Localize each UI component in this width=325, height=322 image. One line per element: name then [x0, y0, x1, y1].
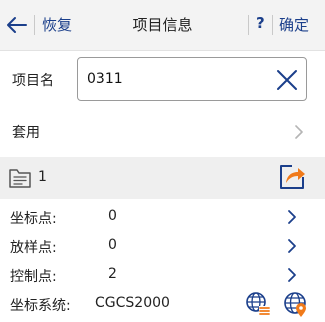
- project-count: 1: [38, 169, 47, 185]
- stat-label: 坐标点:: [10, 211, 57, 227]
- chevron-right-icon: [288, 239, 296, 253]
- coordinate-system-label: 坐标系统:: [10, 298, 71, 314]
- apply-template-row[interactable]: 套用: [0, 112, 325, 152]
- stat-label: 控制点:: [10, 269, 57, 285]
- stat-label: 放样点:: [10, 240, 57, 256]
- globe-list-icon[interactable]: [245, 291, 271, 317]
- stat-value: 0: [108, 208, 117, 224]
- control-points-row[interactable]: 控制点: 2: [0, 261, 325, 289]
- coordinate-system-row: 坐标系统: CGCS2000: [0, 290, 325, 318]
- header-divider: [34, 15, 35, 35]
- coordinate-system-value[interactable]: CGCS2000: [95, 295, 170, 311]
- folder-icon: [9, 169, 31, 188]
- stakeout-points-row[interactable]: 放样点: 0: [0, 232, 325, 260]
- globe-pin-icon[interactable]: [282, 290, 310, 318]
- chevron-right-icon: [288, 268, 296, 282]
- stat-value: 2: [108, 266, 117, 282]
- stat-value: 0: [108, 237, 117, 253]
- project-name-input[interactable]: [87, 68, 267, 90]
- back-arrow-icon[interactable]: [6, 14, 28, 36]
- apply-template-label: 套用: [12, 125, 40, 141]
- chevron-right-icon: [295, 125, 303, 139]
- confirm-button[interactable]: 确定: [279, 14, 309, 35]
- project-name-row: 项目名: [0, 57, 325, 103]
- chevron-right-icon: [288, 210, 296, 224]
- header-divider: [248, 15, 249, 35]
- help-button[interactable]: ?: [256, 14, 265, 32]
- clear-icon[interactable]: [276, 69, 298, 91]
- project-name-label: 项目名: [12, 73, 54, 89]
- coordinate-points-row[interactable]: 坐标点: 0: [0, 203, 325, 231]
- top-bar: 恢复 项目信息 ? 确定: [0, 0, 325, 51]
- restore-button[interactable]: 恢复: [42, 14, 72, 35]
- share-icon[interactable]: [278, 163, 306, 191]
- header-divider: [272, 15, 273, 35]
- project-section-bar: 1: [0, 157, 325, 199]
- project-name-field[interactable]: [77, 57, 307, 101]
